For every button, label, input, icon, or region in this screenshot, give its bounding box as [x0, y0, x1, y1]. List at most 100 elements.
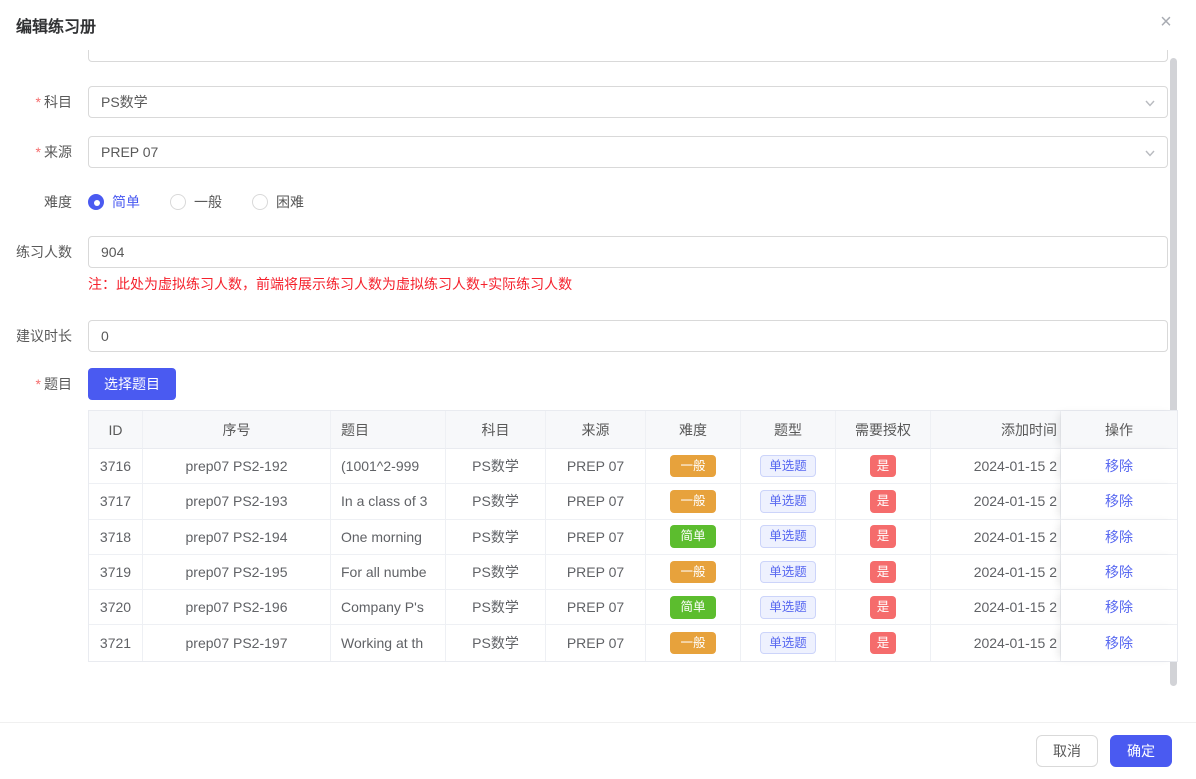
practice-count-field-row: 练习人数: [0, 236, 1196, 268]
chevron-down-icon: [1143, 146, 1157, 160]
difficulty-radio[interactable]: 困难: [252, 192, 304, 212]
difficulty-badge: 简单: [670, 596, 715, 619]
duration-label: 建议时长: [0, 320, 72, 352]
cell-question-title: Company P's: [331, 590, 446, 625]
cell-action: 移除: [1061, 555, 1177, 590]
cell-subject: PS数学: [446, 625, 546, 660]
table-header-row: ID序号题目科目来源难度题型需要授权添加时间操作: [89, 411, 1177, 449]
cell-id: 3718: [89, 520, 143, 555]
question-type-badge: 单选题: [760, 525, 816, 548]
cell-auth: 是: [836, 449, 931, 484]
difficulty-field-row: 难度 简单 一般 困难: [0, 190, 1196, 214]
cell-sequence: prep07 PS2-193: [143, 484, 331, 519]
cell-id: 3716: [89, 449, 143, 484]
cell-auth: 是: [836, 625, 931, 660]
modal-title: 编辑练习册: [16, 13, 96, 37]
cell-difficulty: 一般: [646, 484, 741, 519]
cell-added-time: 2024-01-15 2: [931, 625, 1061, 660]
column-header-6: 难度: [646, 411, 741, 449]
cancel-button[interactable]: 取消: [1036, 735, 1098, 767]
difficulty-radio-group: 简单 一般 困难: [88, 190, 304, 214]
question-type-badge: 单选题: [760, 596, 816, 619]
question-type-badge: 单选题: [760, 632, 816, 655]
select-questions-button[interactable]: 选择题目: [88, 368, 176, 400]
remove-link[interactable]: 移除: [1105, 527, 1133, 547]
difficulty-badge: 一般: [670, 561, 715, 584]
column-header-3: 题目: [331, 411, 446, 449]
source-field-row: *来源 PREP 07: [0, 136, 1196, 168]
cell-id: 3721: [89, 625, 143, 660]
cell-id: 3719: [89, 555, 143, 590]
cell-question-type: 单选题: [741, 625, 836, 660]
cell-difficulty: 一般: [646, 625, 741, 660]
column-header-8: 需要授权: [836, 411, 931, 449]
remove-link[interactable]: 移除: [1105, 633, 1133, 653]
cell-action: 移除: [1061, 520, 1177, 555]
remove-link[interactable]: 移除: [1105, 491, 1133, 511]
auth-required-badge: 是: [870, 490, 897, 513]
table-row: 3721 prep07 PS2-197 Working at th PS数学 P…: [89, 625, 1177, 660]
cell-difficulty: 简单: [646, 520, 741, 555]
subject-select[interactable]: PS数学: [88, 86, 1168, 118]
subject-select-value: PS数学: [101, 92, 148, 112]
cell-question-title: For all numbe: [331, 555, 446, 590]
clipped-input-top[interactable]: [88, 50, 1168, 62]
subject-field-row: *科目 PS数学: [0, 86, 1196, 118]
edit-workbook-modal: 编辑练习册 × *科目 PS数学 *来源 PREP 07: [0, 0, 1196, 779]
question-type-badge: 单选题: [760, 455, 816, 478]
subject-label: *科目: [0, 86, 72, 118]
column-header-5: 来源: [546, 411, 646, 449]
source-select[interactable]: PREP 07: [88, 136, 1168, 168]
column-header-2: 序号: [143, 411, 331, 449]
table-row: 3720 prep07 PS2-196 Company P's PS数学 PRE…: [89, 590, 1177, 625]
difficulty-radio[interactable]: 一般: [170, 192, 222, 212]
difficulty-badge: 一般: [670, 632, 715, 655]
practice-count-input[interactable]: [88, 236, 1168, 268]
radio-icon: [170, 194, 186, 210]
confirm-button[interactable]: 确定: [1110, 735, 1172, 767]
cell-source: PREP 07: [546, 449, 646, 484]
questions-table: ID序号题目科目来源难度题型需要授权添加时间操作 3716 prep07 PS2…: [88, 410, 1178, 662]
table-row: 3719 prep07 PS2-195 For all numbe PS数学 P…: [89, 555, 1177, 590]
radio-icon: [88, 194, 104, 210]
source-select-value: PREP 07: [101, 144, 158, 160]
cell-sequence: prep07 PS2-196: [143, 590, 331, 625]
cell-sequence: prep07 PS2-195: [143, 555, 331, 590]
cell-subject: PS数学: [446, 590, 546, 625]
cell-sequence: prep07 PS2-194: [143, 520, 331, 555]
close-icon[interactable]: ×: [1152, 8, 1180, 36]
cell-added-time: 2024-01-15 2: [931, 555, 1061, 590]
difficulty-badge: 一般: [670, 490, 715, 513]
cell-added-time: 2024-01-15 2: [931, 520, 1061, 555]
cell-question-title: One morning: [331, 520, 446, 555]
column-header-7: 题型: [741, 411, 836, 449]
remove-link[interactable]: 移除: [1105, 597, 1133, 617]
cell-difficulty: 简单: [646, 590, 741, 625]
difficulty-badge: 简单: [670, 525, 715, 548]
radio-label: 简单: [112, 192, 140, 212]
remove-link[interactable]: 移除: [1105, 562, 1133, 582]
difficulty-badge: 一般: [670, 455, 715, 478]
column-header-4: 科目: [446, 411, 546, 449]
cell-subject: PS数学: [446, 449, 546, 484]
cell-question-title: Working at th: [331, 625, 446, 660]
difficulty-label: 难度: [0, 190, 72, 214]
auth-required-badge: 是: [870, 561, 897, 584]
source-label: *来源: [0, 136, 72, 168]
remove-link[interactable]: 移除: [1105, 456, 1133, 476]
cell-action: 移除: [1061, 625, 1177, 660]
practice-count-note: 注：此处为虚拟练习人数，前端将展示练习人数为虚拟练习人数+实际练习人数: [88, 274, 572, 294]
cell-auth: 是: [836, 484, 931, 519]
question-type-badge: 单选题: [760, 490, 816, 513]
cell-question-type: 单选题: [741, 590, 836, 625]
cell-id: 3720: [89, 590, 143, 625]
cell-id: 3717: [89, 484, 143, 519]
duration-input[interactable]: [88, 320, 1168, 352]
cell-action: 移除: [1061, 484, 1177, 519]
cell-source: PREP 07: [546, 520, 646, 555]
required-asterisk: *: [36, 376, 41, 392]
required-asterisk: *: [36, 144, 41, 160]
cell-subject: PS数学: [446, 555, 546, 590]
difficulty-radio[interactable]: 简单: [88, 192, 140, 212]
cell-auth: 是: [836, 555, 931, 590]
